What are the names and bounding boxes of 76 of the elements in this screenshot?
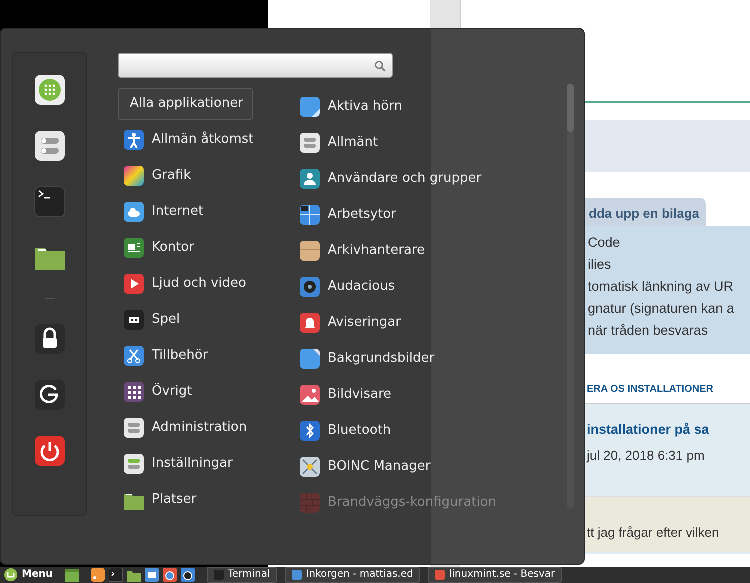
toggle-switches-icon — [124, 454, 144, 474]
bluetooth-icon — [300, 421, 320, 441]
globe-icon[interactable] — [180, 568, 195, 582]
category-item[interactable]: Alla applikationer — [118, 88, 253, 120]
option-label: när tråden besvaras — [588, 322, 710, 340]
workspaces-icon — [300, 205, 320, 225]
option-label: Code — [588, 234, 622, 252]
terminal-icon[interactable] — [108, 568, 123, 582]
search-field[interactable] — [118, 53, 393, 78]
toggle-switches-icon[interactable] — [34, 130, 66, 162]
taskbar-window-button[interactable]: Terminal — [206, 567, 278, 583]
category-item[interactable]: Ljud och video — [118, 266, 297, 302]
cloud-icon — [124, 202, 144, 222]
logout-icon[interactable] — [34, 379, 66, 411]
app-item[interactable]: Aktiva hörn — [297, 89, 559, 125]
category-item[interactable]: Tillbehör — [118, 338, 297, 374]
search-icon — [374, 60, 386, 72]
category-item[interactable]: Platser — [118, 482, 297, 518]
app-icon — [292, 570, 302, 580]
app-item[interactable]: Bluetooth — [297, 413, 559, 449]
app-item[interactable]: Allmänt — [297, 125, 559, 161]
taskbar-window-button[interactable]: linuxmint.se - Besvar — [428, 567, 562, 583]
app-item[interactable]: Bakgrundsbilder — [297, 341, 559, 377]
rss-icon[interactable] — [90, 568, 105, 582]
option-label: ilies — [588, 256, 612, 274]
category-item[interactable]: Grafik — [118, 158, 297, 194]
toggle-switches-icon — [124, 418, 144, 438]
post-title[interactable]: installationer på sa — [587, 416, 750, 440]
category-item[interactable]: Inställningar — [118, 446, 297, 482]
app-item[interactable]: Audacious — [297, 269, 559, 305]
scroll-thumb[interactable] — [567, 84, 574, 132]
grid-icon — [124, 382, 144, 402]
window-icon[interactable] — [64, 568, 79, 582]
app-item[interactable]: Användare och grupper — [297, 161, 559, 197]
folder-icon[interactable] — [126, 568, 141, 582]
picture-icon — [300, 385, 320, 405]
person-icon — [124, 130, 144, 150]
play-icon — [124, 274, 144, 294]
bell-icon — [300, 313, 320, 333]
app-icon — [214, 570, 224, 580]
taskbar-window-button[interactable]: Inkorgen - mattias.ed — [285, 567, 420, 583]
mail-icon[interactable] — [144, 568, 159, 582]
browser-icon[interactable] — [162, 568, 177, 582]
category-item[interactable]: Allmän åtkomst — [118, 122, 297, 158]
category-item[interactable]: Administration — [118, 410, 297, 446]
document-icon — [124, 238, 144, 258]
power-icon[interactable] — [34, 435, 66, 467]
user-icon — [300, 169, 320, 189]
category-item[interactable]: Internet — [118, 194, 297, 230]
brick-wall-icon — [300, 493, 320, 513]
mint-logo-icon — [4, 568, 18, 582]
wallpaper-icon — [300, 349, 320, 369]
scrollbar[interactable] — [567, 84, 574, 509]
category-item[interactable]: Övrigt — [118, 374, 297, 410]
app-item[interactable]: Arkivhanterare — [297, 233, 559, 269]
app-icon — [435, 570, 446, 580]
app-item[interactable]: BOINC Manager — [297, 449, 559, 485]
color-gradient-icon — [124, 166, 144, 186]
menu-button[interactable]: Menu — [22, 570, 53, 580]
category-item[interactable]: Kontor — [118, 230, 297, 266]
post-byline: jul 20, 2018 6:31 pm — [587, 447, 706, 466]
app-item[interactable]: Aviseringar — [297, 305, 559, 341]
app-item[interactable]: Arbetsytor — [297, 197, 559, 233]
network-icon — [300, 457, 320, 477]
toggle-switches-icon — [300, 133, 320, 153]
quote-text: tt jag frågar efter vilken — [587, 524, 720, 542]
corners-icon — [300, 97, 320, 117]
game-icon — [124, 310, 144, 330]
option-label: tomatisk länkning av UR — [588, 278, 735, 296]
option-label: gnatur (signaturen kan a — [588, 300, 736, 318]
scissors-icon — [124, 346, 144, 366]
lock-icon[interactable] — [34, 323, 66, 355]
form-tab[interactable]: dda upp en bilaga — [585, 198, 706, 226]
box-icon — [300, 241, 320, 261]
category-item[interactable]: Spel — [118, 302, 297, 338]
apps-grid-icon[interactable] — [34, 74, 66, 106]
